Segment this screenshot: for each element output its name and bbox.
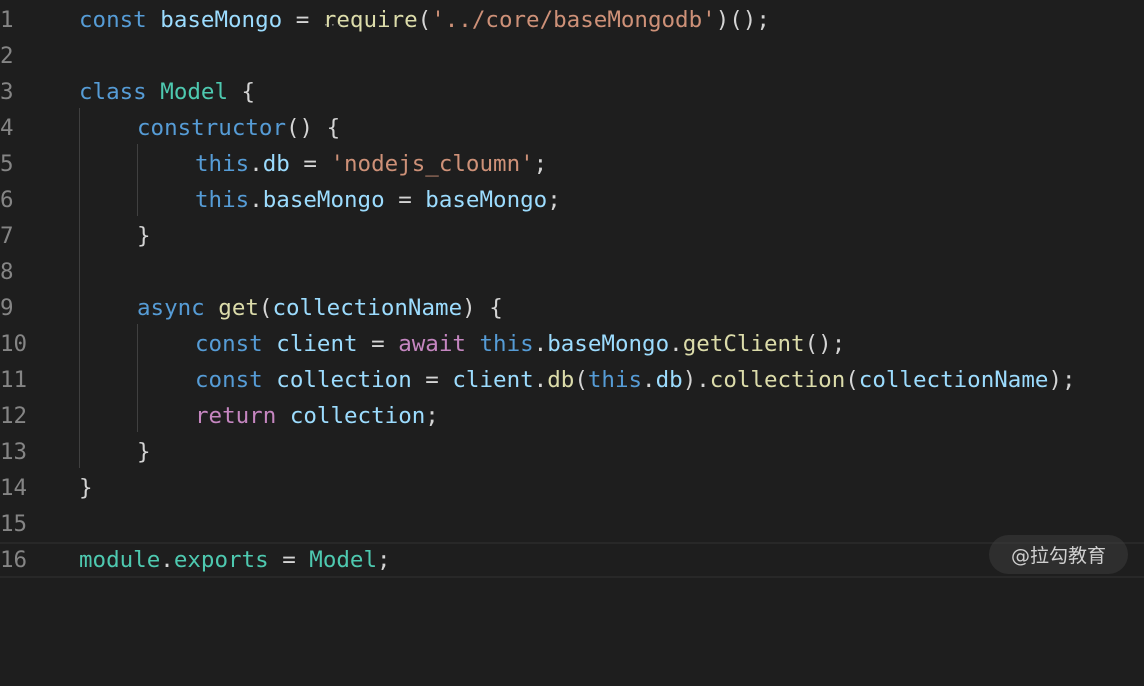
line-number: 7	[0, 223, 14, 249]
code-line-10[interactable]: 10 const client = await this.baseMongo.g…	[0, 326, 1144, 362]
code-line-2[interactable]: 2	[0, 38, 1144, 74]
code-line-7[interactable]: 7 }	[0, 218, 1144, 254]
require-call[interactable]: require ···	[323, 7, 418, 33]
code-line-5[interactable]: 5 this.db = 'nodejs_cloumn';	[0, 146, 1144, 182]
line-content: module.exports = Model;	[79, 547, 391, 573]
line-number: 14	[0, 475, 28, 501]
line-content: return collection;	[195, 403, 439, 429]
line-number: 3	[0, 79, 14, 105]
line-content: }	[79, 475, 93, 501]
code-line-15[interactable]: 15	[0, 506, 1144, 542]
line-content: }	[137, 223, 151, 249]
code-line-1[interactable]: 1 const baseMongo = require ··· ('../core/…	[0, 2, 1144, 38]
line-content: const baseMongo = require ··· ('../core/ba…	[79, 7, 770, 33]
line-number: 2	[0, 43, 14, 69]
line-content: this.db = 'nodejs_cloumn';	[195, 151, 548, 177]
code-line-16[interactable]: 16 module.exports = Model;	[0, 542, 1144, 578]
line-content: }	[137, 439, 151, 465]
line-content: this.baseMongo = baseMongo;	[195, 187, 561, 213]
code-line-12[interactable]: 12 return collection;	[0, 398, 1144, 434]
line-content: class Model {	[79, 79, 256, 105]
line-number: 11	[0, 367, 28, 393]
code-line-13[interactable]: 13 }	[0, 434, 1144, 470]
line-content: const collection = client.db(this.db).co…	[195, 367, 1076, 393]
line-number: 1	[0, 7, 14, 33]
line-number: 4	[0, 115, 14, 141]
line-number: 13	[0, 439, 28, 465]
line-number: 5	[0, 151, 14, 177]
line-number: 6	[0, 187, 14, 213]
line-number: 9	[0, 295, 14, 321]
line-number: 10	[0, 331, 28, 357]
code-line-9[interactable]: 9 async get(collectionName) {	[0, 290, 1144, 326]
code-editor[interactable]: 1 const baseMongo = require ··· ('../core/…	[0, 0, 1144, 586]
quick-fix-hint-dots[interactable]: ···	[323, 21, 344, 31]
line-number: 15	[0, 511, 28, 537]
line-number: 8	[0, 259, 14, 285]
line-content: const client = await this.baseMongo.getC…	[195, 331, 846, 357]
line-number: 16	[0, 547, 28, 573]
code-line-6[interactable]: 6 this.baseMongo = baseMongo;	[0, 182, 1144, 218]
code-line-4[interactable]: 4 constructor() {	[0, 110, 1144, 146]
line-content: async get(collectionName) {	[137, 295, 503, 321]
line-number: 12	[0, 403, 28, 429]
code-line-14[interactable]: 14 }	[0, 470, 1144, 506]
code-line-3[interactable]: 3 class Model {	[0, 74, 1144, 110]
code-line-8[interactable]: 8	[0, 254, 1144, 290]
line-content: constructor() {	[137, 115, 341, 141]
watermark-badge: @拉勾教育	[988, 535, 1128, 574]
code-line-11[interactable]: 11 const collection = client.db(this.db)…	[0, 362, 1144, 398]
